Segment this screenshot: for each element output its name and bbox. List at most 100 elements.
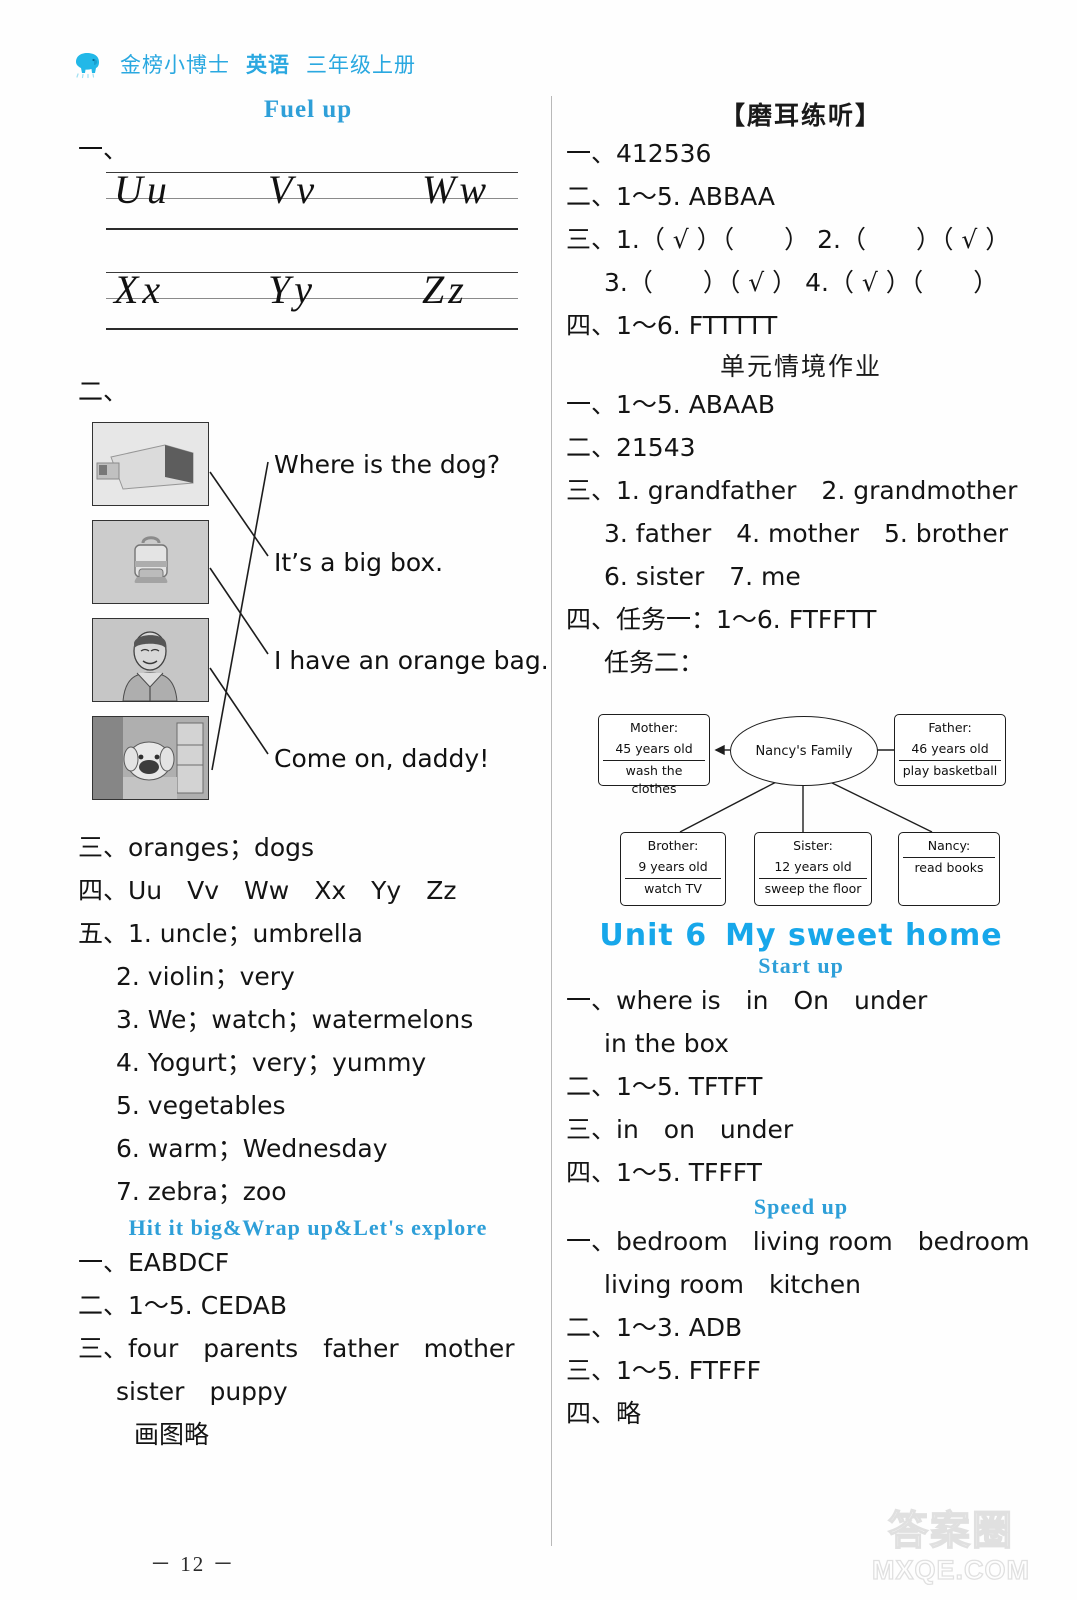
handwriting-practice-area: Uu Vv Ww Xx Yy Zz xyxy=(106,167,518,344)
question-1-label: 一、 xyxy=(78,135,129,164)
family-mindmap: Nancy's Family Mother: 45 years old wash… xyxy=(594,692,1014,912)
section-title-listening: 【磨耳练听】 xyxy=(719,101,882,130)
picture-backpack xyxy=(92,520,209,604)
unit-task-answer-4-line-1: 四、任务一：1～6. FTFFTT xyxy=(566,605,877,634)
letter-pair-ww: Ww xyxy=(422,167,490,212)
handwriting-letters-row-2: Xx Yy Zz xyxy=(114,266,514,313)
mother-chore: wash the clothes xyxy=(603,759,705,801)
answer-4: 四、Uu Vv Ww Xx Yy Zz xyxy=(78,876,457,905)
left-column: Fuel up 一、 Uu Vv Ww Xx Yy Zz 二、 Where is… xyxy=(78,96,549,1456)
letter-pair-uu: Uu xyxy=(114,167,171,212)
startup-answer-2: 二、1～5. TFTFT xyxy=(566,1072,763,1101)
mindmap-center-node: Nancy's Family xyxy=(730,716,878,786)
unit-task-answer-3-line-2: 3. father 4. mother 5. brother xyxy=(604,519,1008,548)
grade-name: 三年级上册 xyxy=(306,53,416,77)
letter-pair-yy: Yy xyxy=(268,267,316,312)
listening-answer-3-line-1: 三、1.（ √ ）（ ） 2.（ ）（ √ ） xyxy=(566,225,1011,254)
unit-task-answer-3-line-1: 三、1. grandfather 2. grandmother xyxy=(566,476,1018,505)
subsection-title-speed-up: Speed up xyxy=(753,1194,849,1219)
handwriting-row-1: Uu Vv Ww xyxy=(106,167,518,234)
answer-5-item-6: 6. warm；Wednesday xyxy=(116,1134,388,1163)
father-title: Father: xyxy=(928,720,972,735)
answer-key-page: 金榜小博士 英语 三年级上册 Fuel up 一、 Uu Vv Ww Xx Yy… xyxy=(0,0,1077,1600)
picture-man xyxy=(92,618,209,702)
picture-dog xyxy=(92,716,209,800)
sister-age: 12 years old xyxy=(774,858,852,874)
watermark: 答案圈 MXQE.COM xyxy=(841,1508,1061,1586)
answer-hit-2: 二、1～5. CEDAB xyxy=(78,1291,288,1320)
unit-6-heading: Unit 6 My sweet home xyxy=(566,918,1036,953)
handwriting-letters-row-1: Uu Vv Ww xyxy=(114,166,514,213)
listening-answer-2: 二、1～5. ABBAA xyxy=(566,182,776,211)
sister-chore: sweep the floor xyxy=(759,877,867,900)
letter-pair-xx: Xx xyxy=(114,267,165,312)
listening-answer-3-line-2: 3.（ ）（ √ ） 4.（ √ ）（ ） xyxy=(604,268,999,297)
unit-task-answer-2: 二、21543 xyxy=(566,433,696,462)
unit-task-answer-3-line-3: 6. sister 7. me xyxy=(604,562,801,591)
answer-hit-3: 三、four parents father mother xyxy=(78,1334,515,1363)
right-column: 【磨耳练听】 一、412536 二、1～5. ABBAA 三、1.（ √ ）（ … xyxy=(566,96,1036,1435)
picture-box xyxy=(92,422,209,506)
answer-3: 三、oranges；dogs xyxy=(78,833,315,862)
section-title-unit-task: 单元情境作业 xyxy=(719,352,882,381)
mindmap-node-nancy: Nancy: read books xyxy=(898,832,1000,906)
unit-name: My sweet home xyxy=(725,918,1003,953)
father-chore: play basketball xyxy=(899,759,1001,782)
letter-pair-vv: Vv xyxy=(268,167,319,212)
sentence-its-a-big-box: It’s a big box. xyxy=(274,548,444,577)
subsection-title-start-up: Start up xyxy=(758,953,844,978)
page-header: 金榜小博士 英语 三年级上册 xyxy=(70,44,590,84)
answer-5-item-3: 3. We；watch；watermelons xyxy=(116,1005,474,1034)
subject-name: 英语 xyxy=(246,53,290,77)
matching-exercise: Where is the dog? It’s a big box. I have… xyxy=(92,418,549,818)
startup-answer-1-line-1: 一、where is in On under xyxy=(566,986,928,1015)
watermark-site: MXQE.COM xyxy=(871,1554,1030,1585)
header-title-group: 金榜小博士 英语 三年级上册 xyxy=(120,49,416,79)
brand-name: 金榜小博士 xyxy=(120,53,230,77)
unit-number: Unit 6 xyxy=(599,918,708,953)
sentence-where-is-the-dog: Where is the dog? xyxy=(274,450,501,479)
nancy-activity: read books xyxy=(903,856,995,879)
mindmap-node-mother: Mother: 45 years old wash the clothes xyxy=(598,714,710,796)
brother-title: Brother: xyxy=(647,838,699,853)
answer-hit-3-cont: sister puppy xyxy=(116,1377,288,1406)
unit-task-answer-4-line-2: 任务二： xyxy=(604,648,705,677)
answer-hit-1: 一、EABDCF xyxy=(78,1248,230,1277)
unit-task-answer-1: 一、1～5. ABAAB xyxy=(566,390,776,419)
column-divider xyxy=(551,96,552,1546)
subsection-title-hit-it-big: Hit it big&Wrap up&Let's explore xyxy=(128,1215,488,1240)
answer-5-item-4: 4. Yogurt；very；yummy xyxy=(116,1048,427,1077)
startup-answer-3: 三、in on under xyxy=(566,1115,794,1144)
mindmap-node-father: Father: 46 years old play basketball xyxy=(894,714,1006,786)
listening-answer-1: 一、412536 xyxy=(566,139,712,168)
section-title-fuel-up: Fuel up xyxy=(263,96,353,123)
sentence-i-have-an-orange-bag: I have an orange bag. xyxy=(274,646,549,675)
startup-answer-4: 四、1～5. TFFFT xyxy=(566,1158,762,1187)
brother-age: 9 years old xyxy=(638,858,708,874)
mother-age: 45 years old xyxy=(615,740,693,756)
mindmap-node-brother: Brother: 9 years old watch TV xyxy=(620,832,726,906)
sister-title: Sister: xyxy=(793,838,833,853)
answer-hit-3-note: 画图略 xyxy=(134,1420,210,1449)
mother-title: Mother: xyxy=(629,720,679,735)
speedup-answer-3: 三、1～5. FTFFF xyxy=(566,1356,762,1385)
sentence-come-on-daddy: Come on, daddy! xyxy=(274,744,490,773)
nancy-title: Nancy: xyxy=(927,838,971,853)
page-number: － 12 － xyxy=(150,1552,236,1576)
speedup-answer-2: 二、1～3. ADB xyxy=(566,1313,743,1342)
listening-answer-4: 四、1～6. FTTTTT xyxy=(566,311,778,340)
mindmap-node-sister: Sister: 12 years old sweep the floor xyxy=(754,832,872,906)
father-age: 46 years old xyxy=(911,740,989,756)
speedup-answer-4: 四、略 xyxy=(566,1399,642,1428)
answer-5-item-7: 7. zebra；zoo xyxy=(116,1177,287,1206)
answer-5-item-5: 5. vegetables xyxy=(116,1091,286,1120)
speedup-answer-1-line-1: 一、bedroom living room bedroom xyxy=(566,1227,1030,1256)
question-2-label: 二、 xyxy=(78,377,129,406)
startup-answer-1-line-2: in the box xyxy=(604,1029,729,1058)
elephant-logo-icon xyxy=(70,49,106,79)
answer-5: 五、1. uncle；umbrella xyxy=(78,919,363,948)
handwriting-row-2: Xx Yy Zz xyxy=(106,267,518,334)
speedup-answer-1-line-2: living room kitchen xyxy=(604,1270,862,1299)
watermark-chinese: 答案圈 xyxy=(887,1508,1014,1554)
answer-5-item-2: 2. violin；very xyxy=(116,962,295,991)
